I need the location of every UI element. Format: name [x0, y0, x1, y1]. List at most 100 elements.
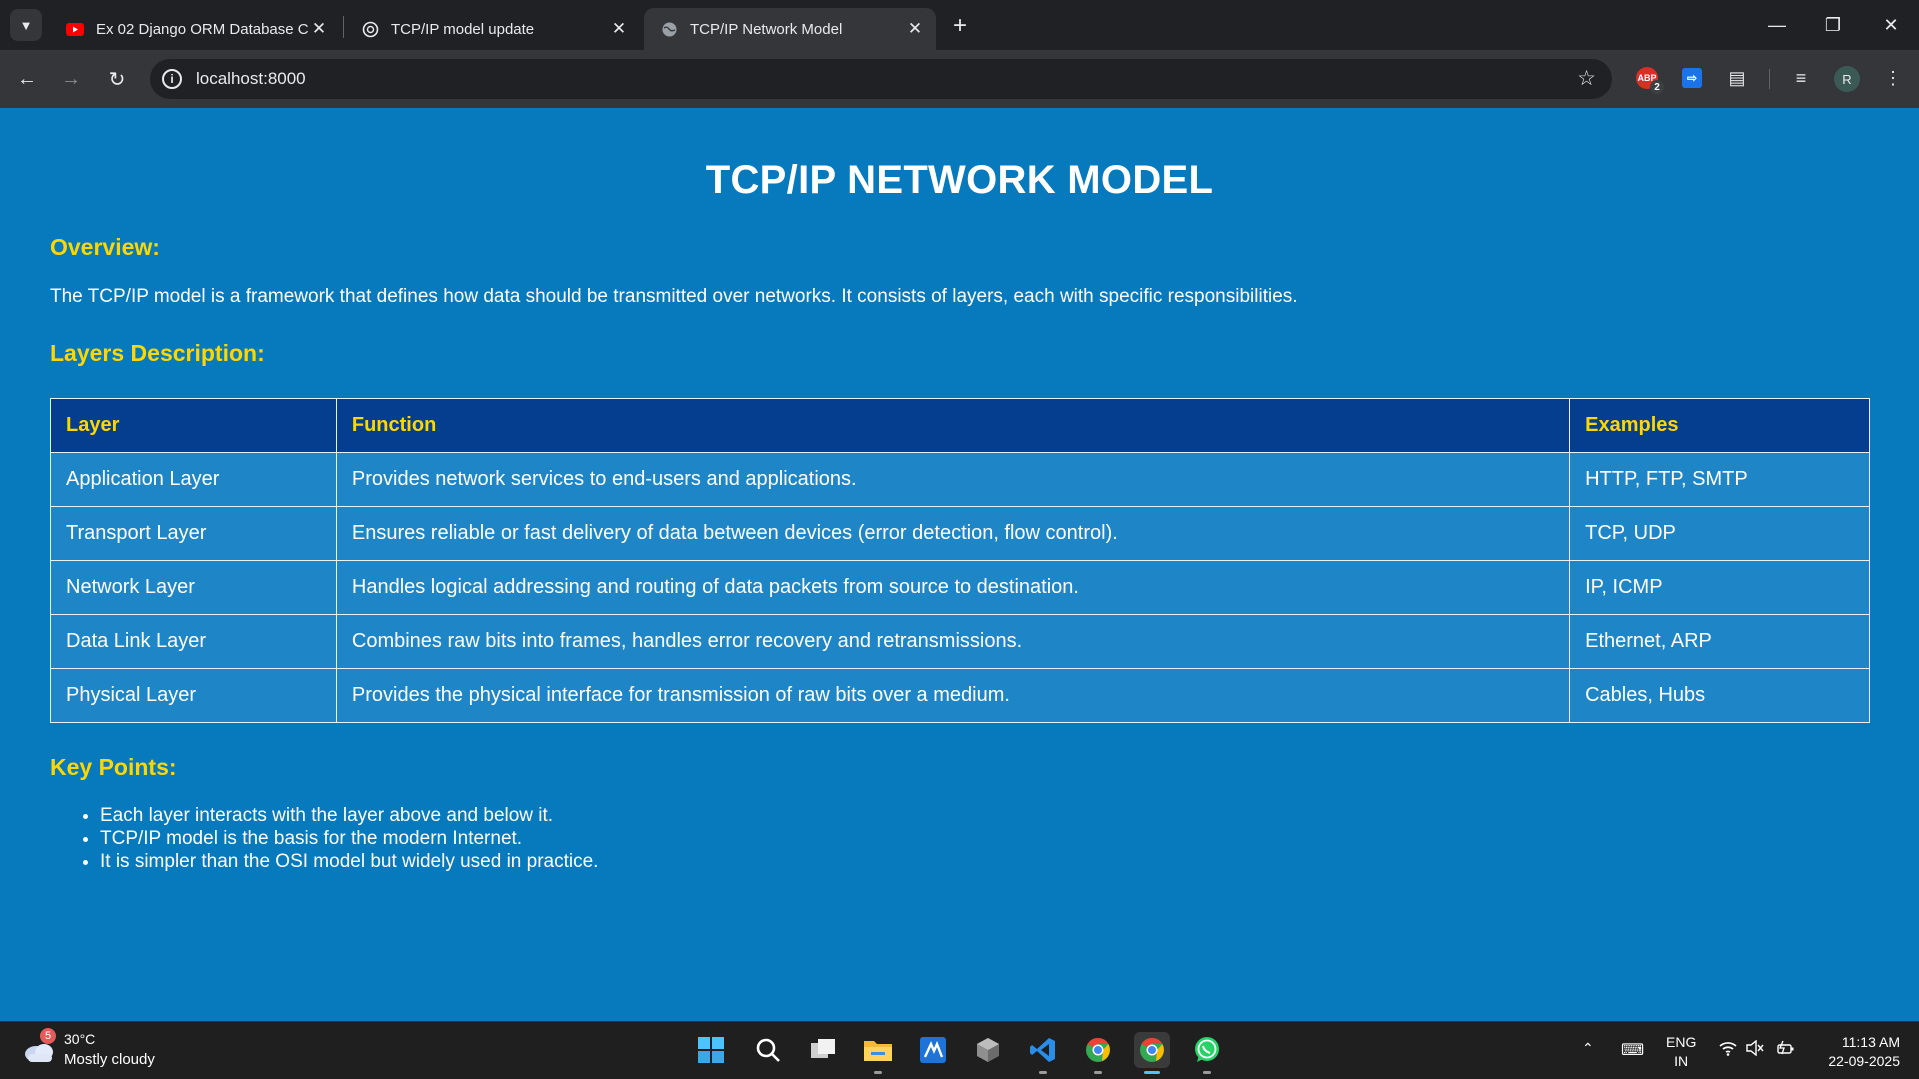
chevron-up-icon[interactable]: ⌃: [1582, 1040, 1594, 1057]
table-row: Application Layer Provides network servi…: [50, 452, 1870, 507]
whatsapp-icon: [1195, 1037, 1219, 1062]
table-header-row: Layer Function Examples: [50, 398, 1870, 453]
chrome-icon: [1086, 1038, 1110, 1062]
overview-heading: Overview:: [50, 234, 160, 260]
function-cell: Ensures reliable or fast delivery of dat…: [335, 506, 1571, 561]
list-item: Each layer interacts with the layer abov…: [100, 804, 598, 827]
function-cell: Provides network services to end-users a…: [335, 452, 1571, 507]
table-row: Network Layer Handles logical addressing…: [50, 560, 1870, 615]
chrome-button[interactable]: [1080, 1032, 1116, 1074]
tab-title: Ex 02 Django ORM Database Cr: [96, 20, 308, 38]
tab-tcpip-network-model[interactable]: TCP/IP Network Model ✕: [644, 8, 936, 50]
tab-django-orm[interactable]: Ex 02 Django ORM Database Cr ✕: [50, 8, 340, 50]
layers-heading: Layers Description:: [50, 340, 265, 366]
start-button[interactable]: [693, 1032, 729, 1068]
language-code: ENG: [1666, 1034, 1697, 1050]
tab-title: TCP/IP Network Model: [690, 20, 843, 38]
chatgpt-icon: [361, 20, 379, 38]
windows-icon: [698, 1037, 724, 1063]
kebab-menu-icon[interactable]: ⋮: [1880, 65, 1906, 91]
list-item: It is simpler than the OSI model but wid…: [100, 850, 598, 873]
layer-cell: Network Layer: [50, 560, 337, 615]
function-cell: Provides the physical interface for tran…: [335, 668, 1571, 723]
adblock-extension-icon[interactable]: ABP 2: [1636, 67, 1664, 94]
close-icon[interactable]: ✕: [308, 18, 330, 40]
tab-strip: ▼ Ex 02 Django ORM Database Cr ✕ TCP/IP …: [0, 0, 1919, 50]
layer-cell: Physical Layer: [50, 668, 337, 723]
table-row: Physical Layer Provides the physical int…: [50, 668, 1870, 723]
tab-tcpip-update[interactable]: TCP/IP model update ✕: [345, 8, 640, 50]
keyboard-icon[interactable]: ⌨: [1621, 1040, 1644, 1060]
layer-cell: Application Layer: [50, 452, 337, 507]
tab-title: TCP/IP model update: [391, 20, 535, 38]
list-item: TCP/IP model is the basis for the modern…: [100, 827, 598, 850]
vscode-button[interactable]: [1025, 1032, 1061, 1074]
new-tab-button[interactable]: +: [946, 12, 974, 40]
column-header-function: Function: [335, 398, 1571, 453]
weather-condition[interactable]: Mostly cloudy: [64, 1051, 155, 1068]
close-window-button[interactable]: ✕: [1864, 8, 1918, 42]
site-info-icon[interactable]: i: [162, 69, 182, 89]
extension-icon[interactable]: ⇨: [1682, 68, 1702, 88]
dev-tool-button[interactable]: [970, 1032, 1006, 1068]
weather-badge: 5: [40, 1028, 56, 1044]
running-indicator: [1039, 1071, 1047, 1074]
avatar[interactable]: R: [1834, 66, 1860, 92]
globe-icon: [660, 20, 678, 38]
clock-time: 11:13 AM: [1841, 1034, 1900, 1050]
forward-button[interactable]: →: [56, 64, 86, 94]
vscode-icon: [1030, 1038, 1055, 1062]
chrome-profile-button[interactable]: [1134, 1032, 1170, 1074]
language-indicator[interactable]: ENG IN: [1666, 1033, 1696, 1071]
table-row: Transport Layer Ensures reliable or fast…: [50, 506, 1870, 561]
close-icon[interactable]: ✕: [904, 18, 926, 40]
file-explorer-button[interactable]: [860, 1032, 896, 1074]
search-button[interactable]: [750, 1032, 786, 1068]
arrow-right-icon: →: [61, 67, 81, 90]
page-title: TCP/IP NETWORK MODEL: [705, 158, 1214, 202]
layers-table: Layer Function Examples Application Laye…: [50, 398, 1870, 723]
key-points-heading: Key Points:: [50, 754, 177, 780]
overview-text: The TCP/IP model is a framework that def…: [50, 286, 1298, 307]
reload-icon: ↻: [108, 68, 126, 91]
cube-icon: [977, 1038, 999, 1062]
wifi-icon[interactable]: [1718, 1040, 1738, 1056]
whatsapp-button[interactable]: [1189, 1032, 1225, 1074]
search-icon: [756, 1038, 780, 1062]
system-clock[interactable]: 11:13 AM 22-09-2025: [1810, 1033, 1900, 1071]
plus-icon: +: [952, 12, 967, 39]
whiteboard-app-button[interactable]: [915, 1032, 951, 1068]
address-bar[interactable]: i localhost:8000 ☆: [150, 59, 1612, 99]
function-cell: Handles logical addressing and routing o…: [335, 560, 1571, 615]
table-row: Data Link Layer Combines raw bits into f…: [50, 614, 1870, 669]
running-indicator: [1203, 1071, 1211, 1074]
minimize-icon: —: [1768, 14, 1786, 35]
app-icon: [920, 1037, 946, 1063]
puzzle-icon[interactable]: ▤: [1724, 65, 1750, 91]
tab-search-button[interactable]: ▼: [10, 9, 42, 41]
restore-button[interactable]: ❐: [1806, 8, 1860, 42]
examples-cell: IP, ICMP: [1569, 560, 1870, 615]
speaker-muted-icon[interactable]: [1745, 1040, 1765, 1056]
key-points-list: Each layer interacts with the layer abov…: [100, 804, 598, 873]
minimize-button[interactable]: —: [1750, 8, 1804, 42]
layer-cell: Transport Layer: [50, 506, 337, 561]
weather-temperature[interactable]: 30°C: [64, 1031, 95, 1047]
media-controls-icon[interactable]: ≡: [1788, 65, 1814, 91]
reload-button[interactable]: ↻: [102, 64, 132, 94]
examples-cell: TCP, UDP: [1569, 506, 1870, 561]
star-icon[interactable]: ☆: [1577, 66, 1596, 91]
browser-toolbar: ← → ↻ i localhost:8000 ☆ ABP 2 ⇨ ▤ ≡ R ⋮: [0, 50, 1919, 108]
restore-icon: ❐: [1824, 14, 1842, 35]
clock-date: 22-09-2025: [1828, 1053, 1900, 1069]
chrome-icon: [1140, 1038, 1164, 1062]
youtube-icon: [66, 20, 84, 38]
examples-cell: Cables, Hubs: [1569, 668, 1870, 723]
task-view-button[interactable]: [805, 1032, 841, 1068]
close-icon[interactable]: ✕: [608, 18, 630, 40]
arrow-left-icon: ←: [17, 67, 37, 90]
back-button[interactable]: ←: [12, 64, 42, 94]
running-indicator: [1094, 1071, 1102, 1074]
battery-icon[interactable]: [1775, 1040, 1795, 1056]
address-url[interactable]: localhost:8000: [196, 69, 306, 89]
